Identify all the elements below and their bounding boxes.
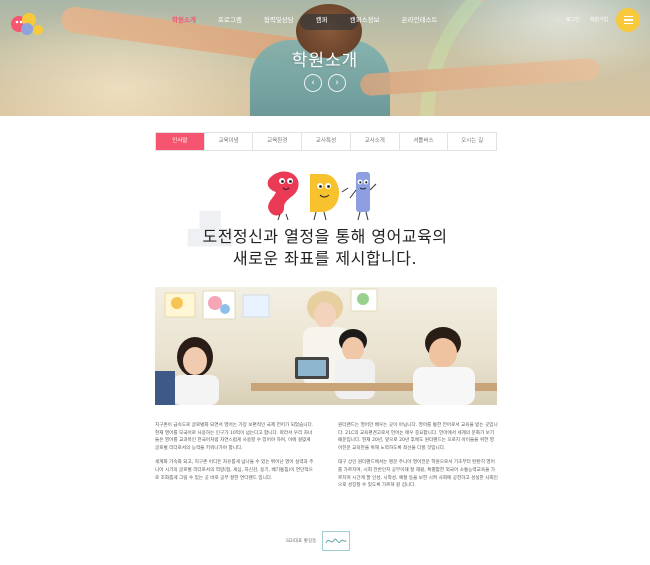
menu-line	[623, 22, 633, 24]
mascot-characters	[262, 168, 392, 221]
tab-environment[interactable]: 교육환경	[253, 133, 303, 150]
tab-teachers[interactable]: 교사소개	[351, 133, 400, 150]
tab-shuttle-bus[interactable]: 셔틀버스	[400, 133, 449, 150]
hamburger-menu-icon[interactable]	[616, 8, 640, 32]
menu-line	[623, 19, 633, 21]
mascot-blue-icon	[349, 172, 377, 221]
headline-line-2: 새로운 좌표를 제시합니다.	[232, 249, 418, 268]
paragraph: 지구촌이 급속도로 글로벌화 되면서 영어는 가장 보편적인 국제 언어가 되었…	[155, 423, 314, 451]
headline-line-1: 도전정신과 열정을 통해 영어교육의	[202, 227, 448, 246]
menu-line	[623, 16, 633, 18]
main-nav: 학원소개 프로그램 협력및상담 캠퍼 캠퍼스정보 온라인테스트	[172, 14, 460, 24]
join-link[interactable]: 회원가입	[590, 16, 608, 23]
login-link[interactable]: 로그인	[566, 16, 580, 23]
greeting-text-left: 지구촌이 급속도로 글로벌화 되면서 영어는 가장 보편적인 국제 언어가 되었…	[155, 422, 315, 489]
mascot-yellow-icon	[310, 174, 349, 221]
nav-item-about[interactable]: 학원소개	[172, 14, 196, 24]
signature: SDI대표 황길동	[286, 531, 351, 551]
handwritten-signature-icon	[322, 531, 351, 551]
greeting-text-right: 원더랜드는 영어만 배우는 곳이 아닙니다. 영어를 통한 언어로서 교육을 받…	[338, 422, 498, 497]
chevron-left-icon[interactable]: ‹	[304, 74, 322, 92]
nav-item-program[interactable]: 프로그램	[218, 14, 242, 24]
tab-teacher-features[interactable]: 교사특성	[302, 133, 351, 150]
sub-tabs: 인사말 교육이념 교육환경 교사특성 교사소개 셔틀버스 오시는 길	[155, 132, 497, 151]
utility-links: 로그인 회원가입	[566, 16, 608, 23]
signature-label: SDI대표 황길동	[286, 539, 317, 544]
tab-philosophy[interactable]: 교육이념	[205, 133, 254, 150]
paragraph: 대구 상인 원더랜드에서는 명문 주니어 영어전문 학원으로서 기초부터 탄탄히…	[338, 460, 498, 489]
chevron-right-icon[interactable]: ›	[328, 74, 346, 92]
nav-item-online-test[interactable]: 온라인테스트	[402, 14, 438, 24]
nav-item-campus-info[interactable]: 캠퍼스정보	[350, 14, 380, 24]
paragraph: 세계화 가속화 되고, 지구촌 어디든 자유롭게 넘나들 수 있는 뛰어난 영어…	[155, 460, 314, 481]
tab-greeting[interactable]: 인사말	[156, 133, 205, 150]
sdi-logo-icon[interactable]	[10, 10, 50, 38]
nav-item-consult[interactable]: 협력및상담	[264, 14, 294, 24]
intro-headline: 도전정신과 열정을 통해 영어교육의 새로운 좌표를 제시합니다.	[0, 226, 650, 270]
tab-directions[interactable]: 오시는 길	[448, 133, 496, 150]
mascot-red-icon	[267, 171, 299, 221]
hero-title: 학원소개	[291, 51, 359, 71]
classroom-photo	[155, 287, 497, 405]
nav-item-camp[interactable]: 캠퍼	[316, 14, 328, 24]
paragraph: 원더랜드는 영어만 배우는 곳이 아닙니다. 영어를 통한 언어로서 교육을 받…	[338, 423, 498, 451]
hero-banner: 학원소개 프로그램 협력및상담 캠퍼 캠퍼스정보 온라인테스트 로그인 회원가입…	[0, 0, 650, 116]
